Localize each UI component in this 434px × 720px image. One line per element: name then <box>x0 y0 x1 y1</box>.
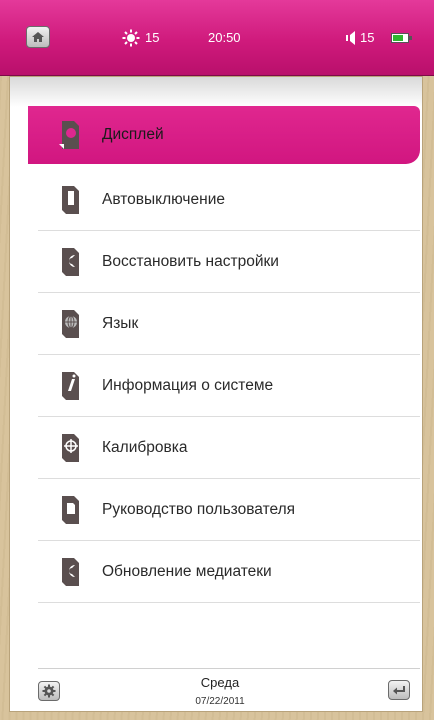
manual-icon <box>61 496 79 524</box>
menu-item-label: Руководство пользователя <box>102 501 296 518</box>
menu-item-label: Язык <box>102 315 139 332</box>
date-label: 07/22/2011 <box>195 696 245 707</box>
wood-frame: Дисплей Автовыключение Восстановить наст… <box>0 76 434 720</box>
restore-icon <box>61 248 79 276</box>
speaker-icon <box>346 31 355 45</box>
settings-button[interactable] <box>38 681 60 701</box>
info-icon <box>61 372 79 400</box>
menu-item-label: Восстановить настройки <box>102 253 279 270</box>
weekday-label: Среда <box>200 675 240 690</box>
menu-item-restore[interactable]: Восстановить настройки <box>38 231 420 293</box>
brightness-value: 15 <box>145 30 160 45</box>
home-icon <box>32 32 44 42</box>
battery-icon <box>391 33 412 43</box>
footer-divider <box>38 668 420 669</box>
menu-item-media-update[interactable]: Обновление медиатеки <box>38 541 420 603</box>
sun-icon <box>122 29 140 47</box>
display-icon <box>59 121 79 149</box>
menu-item-label: Обновление медиатеки <box>102 563 272 580</box>
menu-item-auto-off[interactable]: Автовыключение <box>38 169 420 231</box>
gear-icon <box>42 684 56 698</box>
menu-item-language[interactable]: Язык <box>38 293 420 355</box>
battery-fill <box>393 35 403 41</box>
separator <box>38 602 420 603</box>
status-bar: 15 20:50 15 <box>0 0 434 76</box>
settings-panel: Дисплей Автовыключение Восстановить наст… <box>9 76 423 712</box>
menu-item-label: Калибровка <box>102 439 188 456</box>
back-icon <box>393 686 405 695</box>
calibration-icon <box>61 434 79 462</box>
back-button[interactable] <box>388 680 410 700</box>
menu-item-user-manual[interactable]: Руководство пользователя <box>38 479 420 541</box>
update-icon <box>61 558 79 586</box>
clock-time: 20:50 <box>208 30 241 45</box>
language-icon <box>61 310 79 338</box>
auto-off-icon <box>61 186 79 214</box>
volume-value: 15 <box>360 30 375 45</box>
home-button[interactable] <box>26 26 50 48</box>
menu-item-label: Информация о системе <box>102 377 274 394</box>
panel-top-shade <box>10 77 422 107</box>
menu-item-display[interactable]: Дисплей <box>28 106 420 164</box>
menu-item-system-info[interactable]: Информация о системе <box>38 355 420 417</box>
menu-item-calibration[interactable]: Калибровка <box>38 417 420 479</box>
menu-item-label: Автовыключение <box>102 191 225 208</box>
menu-item-label: Дисплей <box>102 126 164 143</box>
